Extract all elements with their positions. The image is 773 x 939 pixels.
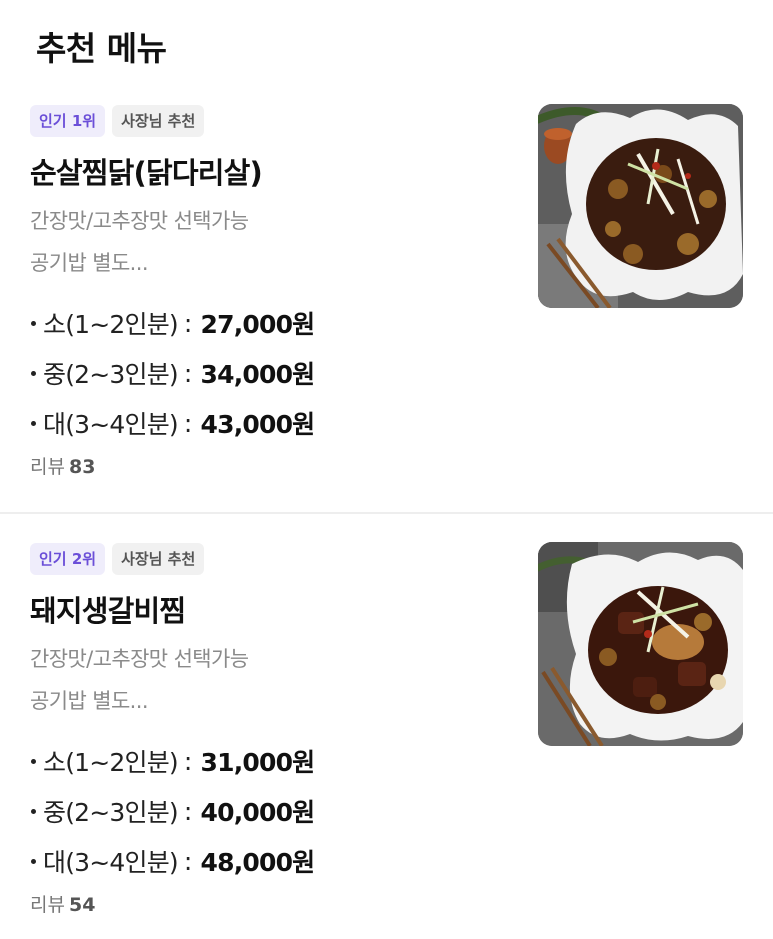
bullet-icon [31, 858, 36, 864]
price-value: 48,000원 [200, 848, 316, 877]
badge-group: 인기 1위 사장님 추천 [30, 105, 205, 137]
price-row: 중(2~3인분) : 40,000원 [30, 786, 316, 836]
bullet-icon [31, 758, 36, 764]
portion-size-label: 대(3~4인분) [43, 410, 179, 439]
popularity-rank-badge: 인기 2위 [30, 543, 106, 575]
price-row: 소(1~2인분) : 27,000원 [30, 298, 316, 348]
portion-size-label: 소(1~2인분) [43, 310, 179, 339]
portion-size-label: 중(2~3인분) [43, 360, 179, 389]
separator: : [183, 796, 192, 826]
price-value: 34,000원 [200, 360, 316, 389]
badge-group: 인기 2위 사장님 추천 [30, 543, 205, 575]
description-line: 공기밥 별도... [30, 689, 149, 713]
portion-size-label: 소(1~2인분) [43, 748, 179, 777]
menu-item-description: 간장맛/고추장맛 선택가능 공기밥 별도... [30, 200, 249, 284]
price-list: 소(1~2인분) : 27,000원 중(2~3인분) : 34,000원 대(… [30, 298, 316, 448]
bullet-icon [31, 370, 36, 376]
price-row: 중(2~3인분) : 34,000원 [30, 348, 316, 398]
menu-item-card[interactable]: 인기 2위 사장님 추천 돼지생갈비찜 간장맛/고추장맛 선택가능 공기밥 별도… [0, 538, 773, 939]
braised-chicken-illustration [538, 104, 743, 308]
popularity-rank-badge: 인기 1위 [30, 105, 106, 137]
review-summary: 리뷰 54 [30, 890, 95, 917]
separator: : [183, 308, 192, 338]
price-row: 대(3~4인분) : 48,000원 [30, 836, 316, 886]
bullet-icon [31, 420, 36, 426]
price-value: 43,000원 [200, 410, 316, 439]
braised-chicken-photo[interactable] [538, 104, 743, 308]
section-divider [0, 512, 773, 514]
owner-recommend-badge: 사장님 추천 [112, 105, 205, 137]
price-value: 31,000원 [200, 748, 316, 777]
price-row: 대(3~4인분) : 43,000원 [30, 398, 316, 448]
review-count: 83 [68, 456, 96, 478]
bullet-icon [31, 808, 36, 814]
price-value: 27,000원 [200, 310, 316, 339]
owner-recommend-badge: 사장님 추천 [112, 543, 205, 575]
bullet-icon [31, 320, 36, 326]
menu-item-description: 간장맛/고추장맛 선택가능 공기밥 별도... [30, 638, 249, 722]
description-line: 간장맛/고추장맛 선택가능 [30, 209, 249, 233]
price-value: 40,000원 [200, 798, 316, 827]
menu-item-name: 돼지생갈비찜 [30, 594, 186, 628]
review-label: 리뷰 [30, 456, 65, 478]
description-line: 공기밥 별도... [30, 251, 149, 275]
menu-item-name: 순살찜닭(닭다리살) [30, 156, 263, 190]
separator: : [183, 746, 192, 776]
price-row: 소(1~2인분) : 31,000원 [30, 736, 316, 786]
separator: : [183, 846, 192, 876]
menu-item-card[interactable]: 인기 1위 사장님 추천 순살찜닭(닭다리살) 간장맛/고추장맛 선택가능 공기… [0, 100, 773, 512]
page-title: 추천 메뉴 [36, 29, 167, 68]
review-label: 리뷰 [30, 894, 65, 916]
review-count: 54 [68, 894, 96, 916]
separator: : [183, 408, 192, 438]
description-line: 간장맛/고추장맛 선택가능 [30, 647, 249, 671]
price-list: 소(1~2인분) : 31,000원 중(2~3인분) : 40,000원 대(… [30, 736, 316, 886]
separator: : [183, 358, 192, 388]
braised-pork-rib-photo[interactable] [538, 542, 743, 746]
braised-pork-rib-illustration [538, 542, 743, 746]
review-summary: 리뷰 83 [30, 452, 95, 479]
portion-size-label: 중(2~3인분) [43, 798, 179, 827]
portion-size-label: 대(3~4인분) [43, 848, 179, 877]
